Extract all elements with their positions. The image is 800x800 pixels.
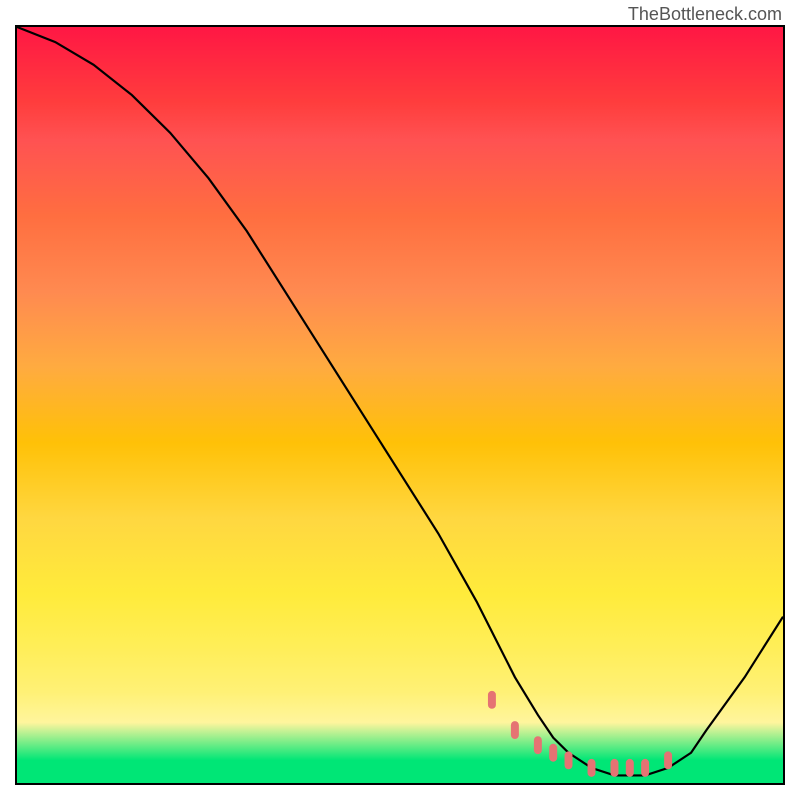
bottleneck-curve-line — [17, 27, 783, 775]
plot-area — [15, 25, 785, 785]
marker-dot — [588, 759, 596, 777]
chart-svg — [17, 27, 783, 783]
marker-dot — [664, 751, 672, 769]
marker-dot — [611, 759, 619, 777]
marker-dot — [626, 759, 634, 777]
marker-dot — [534, 736, 542, 754]
marker-dot — [565, 751, 573, 769]
chart-container: TheBottleneck.com — [0, 0, 800, 800]
optimal-range-markers — [488, 691, 672, 777]
marker-dot — [549, 744, 557, 762]
marker-dot — [511, 721, 519, 739]
watermark-text: TheBottleneck.com — [628, 4, 782, 25]
marker-dot — [641, 759, 649, 777]
marker-dot — [488, 691, 496, 709]
